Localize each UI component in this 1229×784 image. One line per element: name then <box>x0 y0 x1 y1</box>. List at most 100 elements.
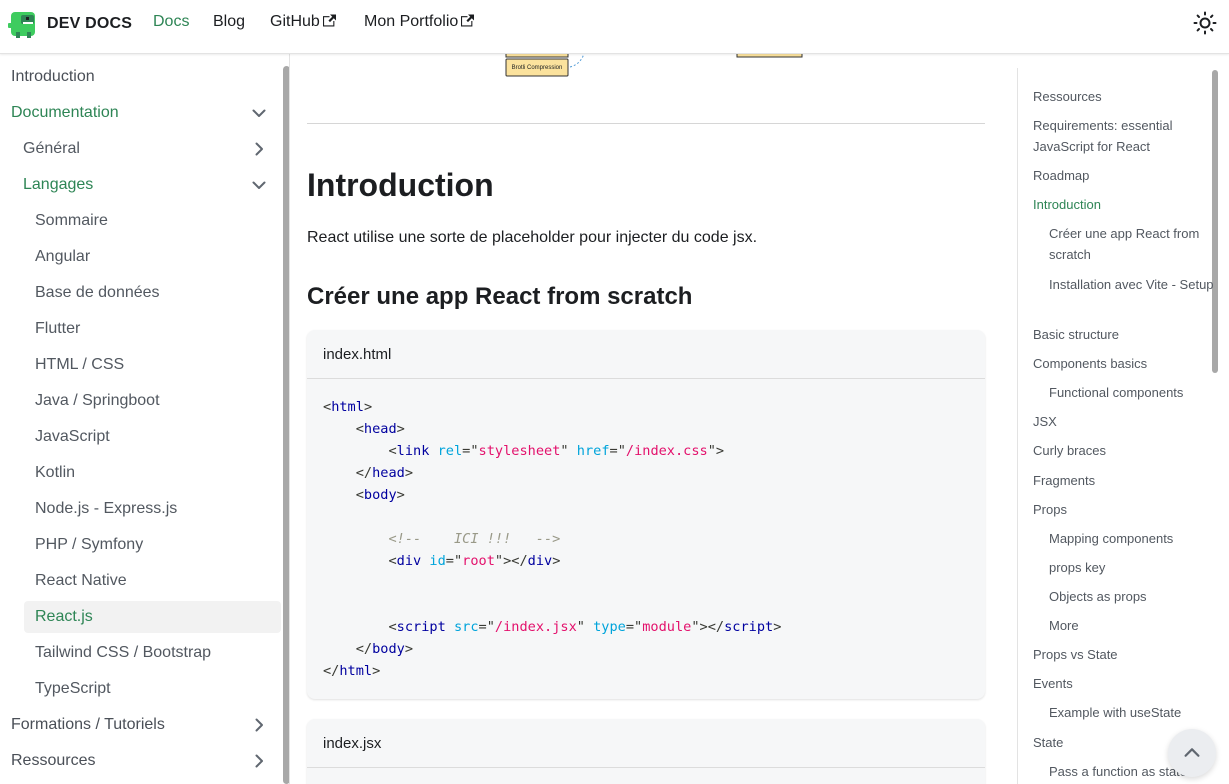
sidebar-item-label: Langages <box>23 176 94 193</box>
sidebar-item-label: React.js <box>35 608 93 625</box>
toc-item[interactable]: Basic structure <box>1033 324 1198 345</box>
toc-item[interactable]: Props vs State <box>1033 644 1198 665</box>
sidebar-item-label: Kotlin <box>35 464 76 481</box>
code-line: </html> <box>323 660 969 682</box>
sidebar-item-kotlin[interactable]: Kotlin <box>24 457 281 489</box>
toc-item[interactable]: Objects as props <box>1049 586 1214 607</box>
toc-item[interactable]: Introduction <box>1033 194 1198 215</box>
sidebar-item-base-de-donnees[interactable]: Base de données <box>24 277 281 309</box>
sidebar-item-typescript[interactable]: TypeScript <box>24 673 281 705</box>
sidebar-item-flutter[interactable]: Flutter <box>24 313 281 345</box>
sidebar-scrollbar[interactable] <box>283 66 289 784</box>
toc-item[interactable]: Installation avec Vite - Setup <box>1049 274 1214 295</box>
sidebar-item-label: Java / Springboot <box>35 392 160 409</box>
toc-item[interactable]: Functional components <box>1049 382 1214 403</box>
sidebar-item-javascript[interactable]: JavaScript <box>24 421 281 453</box>
code-block-title: index.jsx <box>307 719 985 768</box>
code-token: > <box>396 487 405 503</box>
nav-link-blog[interactable]: Blog <box>213 13 245 31</box>
sidebar-item-sommaire[interactable]: Sommaire <box>24 205 281 237</box>
code-block-body[interactable]: <html> <head> <link rel="stylesheet" hre… <box>307 379 985 682</box>
toc-item[interactable]: Requirements: essential JavaScript for R… <box>1033 115 1198 157</box>
intro-paragraph: React utilise une sorte de placeholder p… <box>307 229 758 246</box>
sidebar-scrollbar-thumb[interactable] <box>283 66 289 784</box>
code-token: div <box>527 553 553 569</box>
sidebar-category-ressources[interactable]: Ressources <box>0 745 281 777</box>
toc-item[interactable]: props key <box>1049 557 1214 578</box>
sidebar-item-html-css[interactable]: HTML / CSS <box>24 349 281 381</box>
sidebar-item-label: Tailwind CSS / Bootstrap <box>35 644 212 661</box>
sidebar-item-java-springboot[interactable]: Java / Springboot <box>24 385 281 417</box>
toc-item[interactable]: Mapping components <box>1049 528 1214 549</box>
code-line: <link rel="stylesheet" href="/index.css"… <box>323 440 969 462</box>
sidebar-item-reactjs[interactable]: React.js <box>24 601 281 633</box>
toc-item[interactable]: Roadmap <box>1033 165 1198 186</box>
sidebar-item-tailwind-bootstrap[interactable]: Tailwind CSS / Bootstrap <box>24 637 281 669</box>
code-line: </head> <box>323 462 969 484</box>
brand-link[interactable]: DEV DOCS <box>8 10 132 38</box>
chevron-right-icon[interactable] <box>251 717 267 733</box>
chevron-down-icon[interactable] <box>251 177 267 193</box>
brand-title: DEV DOCS <box>47 15 133 32</box>
toc-item[interactable]: Fragments <box>1033 470 1198 491</box>
chevron-right-icon[interactable] <box>251 753 267 769</box>
code-token: href <box>576 443 610 459</box>
toc-item[interactable]: Créer une app React from scratch <box>1049 223 1214 265</box>
code-token: </ <box>323 465 373 481</box>
sidebar-category-formations[interactable]: Formations / Tutoriels <box>0 709 281 741</box>
code-token: stylesheet <box>478 443 561 459</box>
docs-sidebar: Introduction Documentation Général Langa… <box>0 54 290 784</box>
chevron-right-icon[interactable] <box>251 141 267 157</box>
toc-item[interactable]: More <box>1049 615 1214 636</box>
chevron-down-icon[interactable] <box>251 105 267 121</box>
nav-link-docs[interactable]: Docs <box>153 13 189 31</box>
code-token: </ <box>323 663 340 679</box>
external-link-icon <box>461 14 475 26</box>
sidebar-item-label: TypeScript <box>35 680 111 697</box>
sidebar-item-label: React Native <box>35 572 127 589</box>
diagram-label: Brotli Compression <box>511 65 563 71</box>
toc-item[interactable]: Ressources <box>1033 86 1198 107</box>
sidebar-item-angular[interactable]: Angular <box>24 241 281 273</box>
code-token: "></ <box>691 619 725 635</box>
sidebar-item-introduction[interactable]: Introduction <box>0 61 281 93</box>
code-token: " <box>576 619 594 635</box>
code-token: html <box>339 663 373 679</box>
sidebar-item-php-symfony[interactable]: PHP / Symfony <box>24 529 281 561</box>
theme-toggle-button[interactable] <box>1193 11 1217 35</box>
code-token: < <box>323 619 397 635</box>
sidebar-item-react-native[interactable]: React Native <box>24 565 281 597</box>
code-block-index-jsx: index.jsx <box>307 719 985 784</box>
nav-link-github[interactable]: GitHub <box>270 13 336 31</box>
sidebar-item-nodejs-express[interactable]: Node.js - Express.js <box>24 493 281 525</box>
nav-link-portfolio[interactable]: Mon Portfolio <box>364 13 475 31</box>
toc-item[interactable]: JSX <box>1033 411 1198 432</box>
toc-item[interactable]: Events <box>1033 673 1198 694</box>
code-line: <script src="/index.jsx" type="module"><… <box>323 616 969 638</box>
code-token: =" <box>462 443 479 459</box>
nav-link-label: GitHub <box>270 13 320 30</box>
code-token: > <box>404 465 414 481</box>
back-to-top-button[interactable] <box>1168 729 1216 777</box>
code-token: < <box>323 399 332 415</box>
toc-item[interactable]: Curly braces <box>1033 440 1198 461</box>
code-token: <!-- ICI !!! --> <box>388 531 561 547</box>
sidebar-category-langages[interactable]: Langages <box>12 169 281 201</box>
toc-scrollbar-thumb[interactable] <box>1212 70 1218 373</box>
sidebar-item-label: Node.js - Express.js <box>35 500 178 517</box>
toc-item[interactable]: Props <box>1033 499 1198 520</box>
code-token: link <box>396 443 430 459</box>
code-line: <!-- ICI !!! --> <box>323 528 969 550</box>
code-token: </ <box>323 641 373 657</box>
sidebar-category-documentation[interactable]: Documentation <box>0 97 281 129</box>
code-token: =" <box>445 553 463 569</box>
code-token: > <box>363 399 373 415</box>
code-line: <body> <box>323 484 969 506</box>
sidebar-category-general[interactable]: Général <box>12 133 281 165</box>
code-token: head <box>363 421 397 437</box>
code-token: > <box>396 421 405 437</box>
toc-item[interactable]: Example with useState <box>1049 702 1214 723</box>
toc-item[interactable]: Components basics <box>1033 353 1198 374</box>
sidebar-item-label: Ressources <box>11 752 96 769</box>
